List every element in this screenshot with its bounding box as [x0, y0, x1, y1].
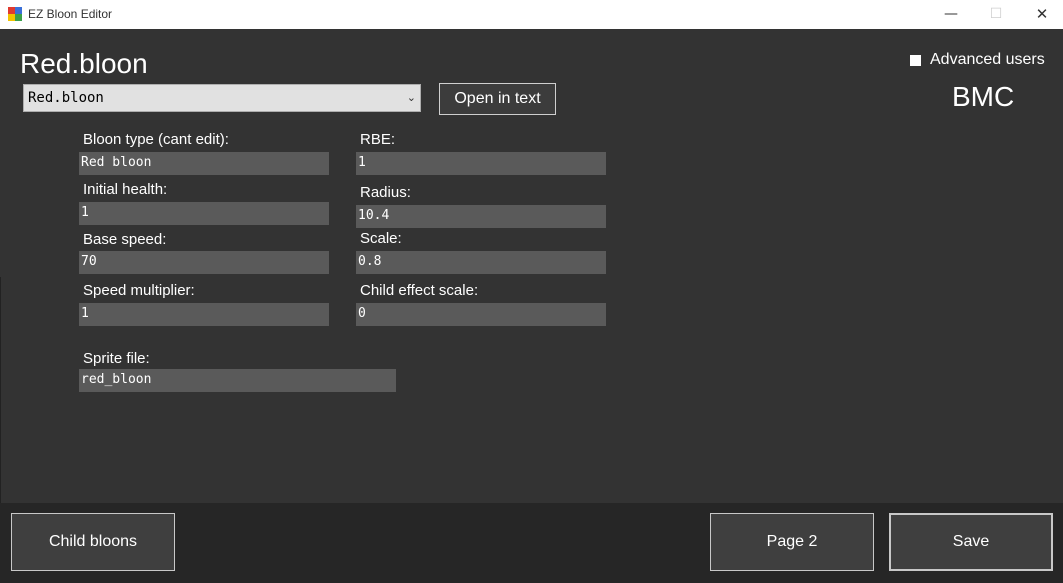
- chevron-down-icon: ⌄: [406, 91, 416, 104]
- radius-field[interactable]: 10.4: [356, 205, 606, 228]
- advanced-users-label: Advanced users: [930, 51, 1045, 68]
- page-2-button[interactable]: Page 2: [710, 513, 874, 571]
- window-title: EZ Bloon Editor: [28, 7, 113, 21]
- rbe-label: RBE:: [360, 131, 396, 148]
- bloon-type-label: Bloon type (cant edit):: [83, 131, 229, 148]
- title-bar: EZ Bloon Editor — ☐ ✕: [0, 0, 1063, 29]
- save-button[interactable]: Save: [889, 513, 1053, 571]
- child-bloons-button[interactable]: Child bloons: [11, 513, 175, 571]
- bloon-type-field: Red bloon: [79, 152, 329, 175]
- maximize-button[interactable]: ☐: [973, 0, 1019, 29]
- base-speed-label: Base speed:: [83, 231, 167, 248]
- app-icon: [8, 7, 22, 21]
- brand-label: BMC: [952, 81, 1015, 112]
- open-in-text-button[interactable]: Open in text: [439, 83, 556, 115]
- rbe-field[interactable]: 1: [356, 152, 606, 175]
- sprite-file-label: Sprite file:: [83, 350, 150, 367]
- initial-health-field[interactable]: 1: [79, 202, 329, 225]
- editor-panel: Red.bloon Red.bloon ⌄ Open in text Advan…: [0, 29, 1063, 503]
- child-effect-scale-field[interactable]: 0: [356, 303, 606, 326]
- footer-bar: Child bloons Page 2 Save: [0, 503, 1063, 583]
- bloon-file-select-value: Red.bloon: [28, 90, 104, 106]
- sprite-file-field[interactable]: red_bloon: [79, 369, 396, 392]
- close-button[interactable]: ✕: [1019, 0, 1063, 29]
- minimize-button[interactable]: —: [928, 0, 974, 29]
- scale-label: Scale:: [360, 230, 402, 247]
- bloon-file-select[interactable]: Red.bloon ⌄: [23, 84, 421, 112]
- speed-multiplier-label: Speed multiplier:: [83, 282, 195, 299]
- initial-health-label: Initial health:: [83, 181, 168, 198]
- child-effect-scale-label: Child effect scale:: [360, 282, 479, 299]
- page-title: Red.bloon: [20, 48, 148, 79]
- speed-multiplier-field[interactable]: 1: [79, 303, 329, 326]
- base-speed-field[interactable]: 70: [79, 251, 329, 274]
- scale-field[interactable]: 0.8: [356, 251, 606, 274]
- radius-label: Radius:: [360, 184, 411, 201]
- checkbox-box[interactable]: [910, 55, 921, 66]
